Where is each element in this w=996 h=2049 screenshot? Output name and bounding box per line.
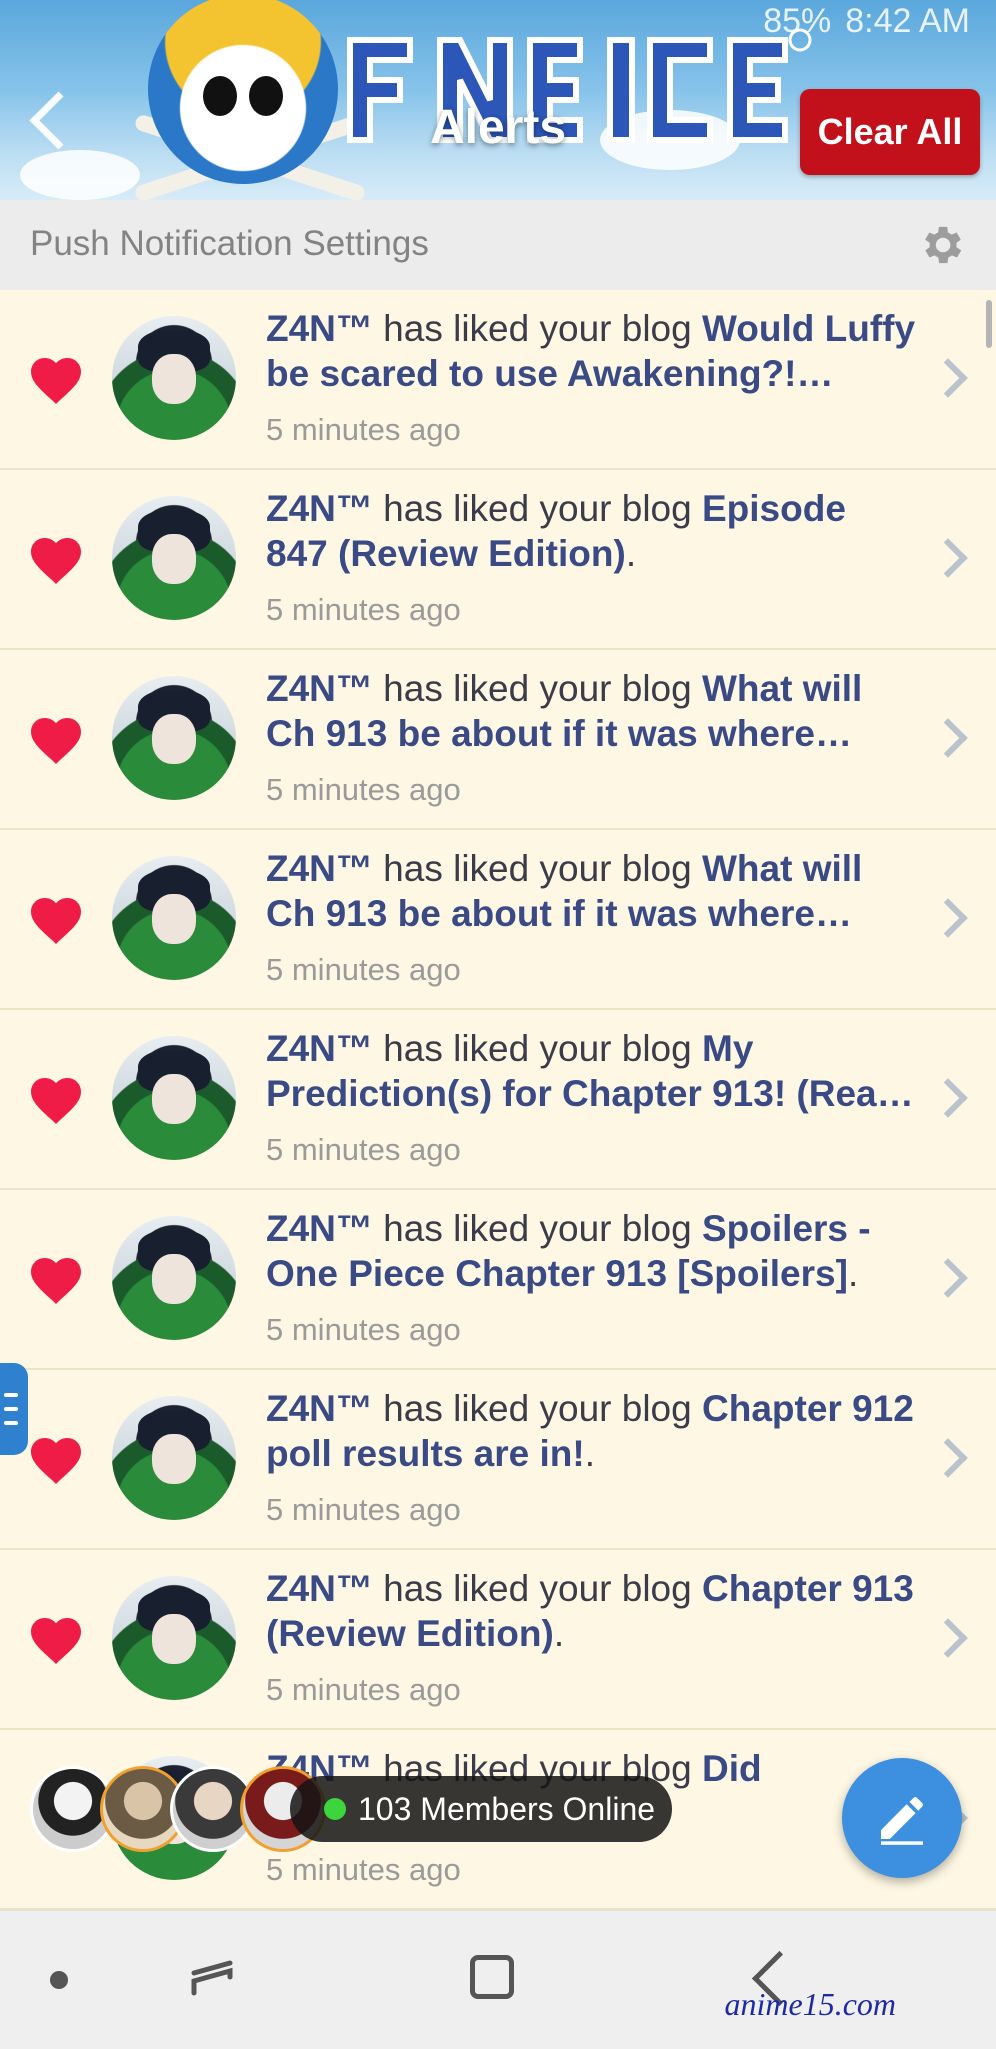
battery-level: 85%: [763, 2, 832, 40]
notification-user[interactable]: Z4N™: [266, 1028, 373, 1069]
avatar[interactable]: [112, 316, 236, 440]
chevron-right-icon: [928, 1078, 968, 1118]
notification-action: has liked your blog: [372, 1028, 702, 1069]
notification-suffix: .: [584, 1433, 595, 1474]
notification-text: Z4N™ has liked your blog Episode 847 (Re…: [266, 486, 916, 576]
heart-icon: [31, 1438, 81, 1484]
notification-suffix: .: [847, 1253, 859, 1294]
notification-row[interactable]: Z4N™ has liked your blog My Prediction(s…: [0, 1010, 996, 1190]
chevron-right-icon: [928, 358, 968, 398]
notification-time: 5 minutes ago: [266, 1312, 461, 1347]
notification-row[interactable]: Z4N™ has liked your blog Episode 847 (Re…: [0, 470, 996, 650]
notification-user[interactable]: Z4N™: [266, 1568, 373, 1609]
heart-icon: [31, 1618, 81, 1664]
gear-icon[interactable]: [916, 220, 966, 270]
chevron-right-icon: [928, 1258, 968, 1298]
avatar[interactable]: [112, 1216, 236, 1340]
chevron-right-icon: [928, 718, 968, 758]
assistant-dot-icon[interactable]: [50, 1971, 68, 1989]
notification-time: 5 minutes ago: [266, 1492, 461, 1527]
heart-icon: [31, 538, 81, 584]
notification-text: Z4N™ has liked your blog My Prediction(s…: [266, 1026, 916, 1116]
notification-text: Z4N™ has liked your blog Would Luffy be …: [266, 306, 916, 396]
notification-time: 5 minutes ago: [266, 592, 461, 627]
heart-icon: [31, 1258, 81, 1304]
notification-action: has liked your blog: [372, 1568, 702, 1609]
heart-icon: [31, 718, 81, 764]
notification-action: has liked your blog: [372, 668, 702, 709]
heart-icon: [31, 898, 81, 944]
notification-time: 5 minutes ago: [266, 952, 461, 987]
notification-time: 5 minutes ago: [266, 412, 461, 447]
notification-time: 5 minutes ago: [266, 1852, 461, 1887]
watermark: anime15.com: [724, 1986, 896, 2022]
chevron-right-icon: [928, 1438, 968, 1478]
notification-user[interactable]: Z4N™: [266, 308, 373, 349]
avatar[interactable]: [112, 676, 236, 800]
notification-user[interactable]: Z4N™: [266, 1208, 373, 1249]
jolly-roger-icon: [148, 0, 338, 184]
compose-button[interactable]: [842, 1758, 962, 1878]
notification-user[interactable]: Z4N™: [266, 1388, 373, 1429]
notification-text: Z4N™ has liked your blog Chapter 912 pol…: [266, 1386, 916, 1476]
push-notification-settings-bar[interactable]: Push Notification Settings: [0, 200, 996, 291]
notification-user[interactable]: Z4N™: [266, 848, 373, 889]
status-time: 8:42 AM: [845, 2, 970, 40]
notification-action: has liked your blog: [372, 1388, 702, 1429]
pencil-icon: [881, 1797, 923, 1845]
chevron-right-icon: [928, 898, 968, 938]
notification-time: 5 minutes ago: [266, 1672, 461, 1707]
avatar[interactable]: [112, 1036, 236, 1160]
notification-time: 5 minutes ago: [266, 1132, 461, 1167]
scrollbar[interactable]: [986, 300, 992, 348]
heart-icon: [31, 358, 81, 404]
recent-apps-icon[interactable]: [190, 1955, 236, 2001]
notification-suffix: .: [625, 533, 637, 574]
notification-row[interactable]: Z4N™ has liked your blog Would Luffy be …: [0, 290, 996, 470]
notification-row[interactable]: Z4N™ has liked your blog Chapter 913 (Re…: [0, 1550, 996, 1730]
notification-text: Z4N™ has liked your blog Spoilers - One …: [266, 1206, 916, 1296]
app-header: 85% 8:42 AM Alerts Clear All: [0, 0, 996, 200]
home-icon[interactable]: [470, 1955, 514, 1999]
side-menu-handle[interactable]: [0, 1363, 28, 1455]
notification-row[interactable]: Z4N™ has liked your blog What will Ch 91…: [0, 830, 996, 1010]
notification-action: has liked your blog: [372, 1208, 702, 1249]
notification-blog-title[interactable]: Did: [702, 1748, 762, 1789]
chevron-right-icon: [928, 1618, 968, 1658]
avatar[interactable]: [112, 1576, 236, 1700]
avatar[interactable]: [112, 856, 236, 980]
settings-label: Push Notification Settings: [30, 224, 429, 263]
notification-row[interactable]: Z4N™ has liked your blog Chapter 912 pol…: [0, 1370, 996, 1550]
clear-all-button[interactable]: Clear All: [800, 89, 980, 175]
notification-user[interactable]: Z4N™: [266, 668, 373, 709]
members-online-label: 103 Members Online: [358, 1791, 656, 1827]
cloud-decoration: [20, 150, 140, 200]
notification-time: 5 minutes ago: [266, 772, 461, 807]
notification-action: has liked your blog: [372, 848, 702, 889]
notification-text: Z4N™ has liked your blog Chapter 913 (Re…: [266, 1566, 916, 1656]
heart-icon: [31, 1078, 81, 1124]
notification-user[interactable]: Z4N™: [266, 488, 373, 529]
avatar[interactable]: [112, 496, 236, 620]
status-bar: 85% 8:42 AM: [763, 0, 970, 42]
members-online-pill[interactable]: 103 Members Online: [290, 1776, 672, 1842]
notification-action: has liked your blog: [372, 308, 702, 349]
notification-suffix: .: [553, 1613, 565, 1654]
notification-text: Z4N™ has liked your blog What will Ch 91…: [266, 666, 916, 756]
notification-list: Z4N™ has liked your blog Would Luffy be …: [0, 290, 996, 1910]
online-dot-icon: [324, 1798, 346, 1820]
notification-action: has liked your blog: [372, 488, 702, 529]
avatar[interactable]: [112, 1396, 236, 1520]
notification-row[interactable]: Z4N™ has liked your blog Spoilers - One …: [0, 1190, 996, 1370]
system-navigation-bar: [0, 1910, 996, 2049]
chevron-right-icon: [928, 538, 968, 578]
notification-row[interactable]: Z4N™ has liked your blog What will Ch 91…: [0, 650, 996, 830]
notification-text: Z4N™ has liked your blog What will Ch 91…: [266, 846, 916, 936]
